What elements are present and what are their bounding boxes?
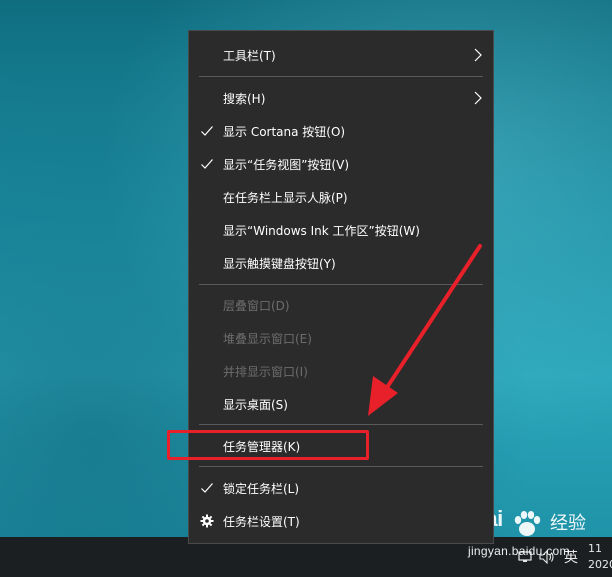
menu-item-label: 任务栏设置(T) [223,515,300,529]
chevron-right-icon [474,91,482,105]
menu-item-show-cortana-button[interactable]: 显示 Cortana 按钮(O) [189,115,493,148]
menu-item-label: 锁定任务栏(L) [223,482,300,496]
system-tray: 英 11 2020 [514,537,612,577]
clock-date: 2020 [588,558,612,571]
volume-icon[interactable] [536,537,558,577]
menu-separator [199,424,483,425]
menu-item-label: 显示 Cortana 按钮(O) [223,125,346,139]
menu-item-taskbar-settings[interactable]: 任务栏设置(T) [189,505,493,538]
menu-item-show-task-view-button[interactable]: 显示“任务视图”按钮(V) [189,148,493,181]
menu-item-label: 在任务栏上显示人脉(P) [223,191,348,205]
menu-separator [199,466,483,467]
menu-item-show-desktop[interactable]: 显示桌面(S) [189,388,493,421]
menu-item-label: 并排显示窗口(I) [223,365,308,379]
menu-item-label: 显示“任务视图”按钮(V) [223,158,350,172]
menu-item-search[interactable]: 搜索(H) [189,82,493,115]
checkmark-icon [201,126,213,136]
menu-item-show-people[interactable]: 在任务栏上显示人脉(P) [189,181,493,214]
input-method-indicator[interactable]: 英 [558,547,588,567]
menu-separator [199,76,483,77]
taskbar-clock[interactable]: 11 2020 [588,541,612,573]
menu-item-label: 搜索(H) [223,92,266,106]
chevron-right-icon [474,48,482,62]
menu-item-show-windows-ink-button[interactable]: 显示“Windows Ink 工作区”按钮(W) [189,214,493,247]
menu-item-cascade-windows: 层叠窗口(D) [189,289,493,322]
network-icon[interactable] [514,537,536,577]
clock-time: 11 [588,542,602,555]
annotation-highlight-box [167,430,369,460]
menu-item-show-touch-keyboard-button[interactable]: 显示触摸键盘按钮(Y) [189,247,493,280]
menu-item-label: 堆叠显示窗口(E) [223,332,312,346]
menu-item-lock-taskbar[interactable]: 锁定任务栏(L) [189,472,493,505]
menu-separator [199,284,483,285]
menu-item-label: 显示触摸键盘按钮(Y) [223,257,336,271]
menu-item-toolbars[interactable]: 工具栏(T) [189,39,493,72]
gear-icon [200,514,214,528]
menu-item-label: 显示“Windows Ink 工作区”按钮(W) [223,224,420,238]
checkmark-icon [201,483,213,493]
menu-item-side-by-side-windows: 并排显示窗口(I) [189,355,493,388]
menu-item-label: 显示桌面(S) [223,398,288,412]
menu-item-label: 层叠窗口(D) [223,299,290,313]
menu-item-stack-windows: 堆叠显示窗口(E) [189,322,493,355]
taskbar-context-menu: 工具栏(T) 搜索(H) 显示 Cortana 按钮(O) 显示“任务视图”按钮… [188,30,494,544]
menu-item-label: 工具栏(T) [223,49,276,63]
checkmark-icon [201,159,213,169]
